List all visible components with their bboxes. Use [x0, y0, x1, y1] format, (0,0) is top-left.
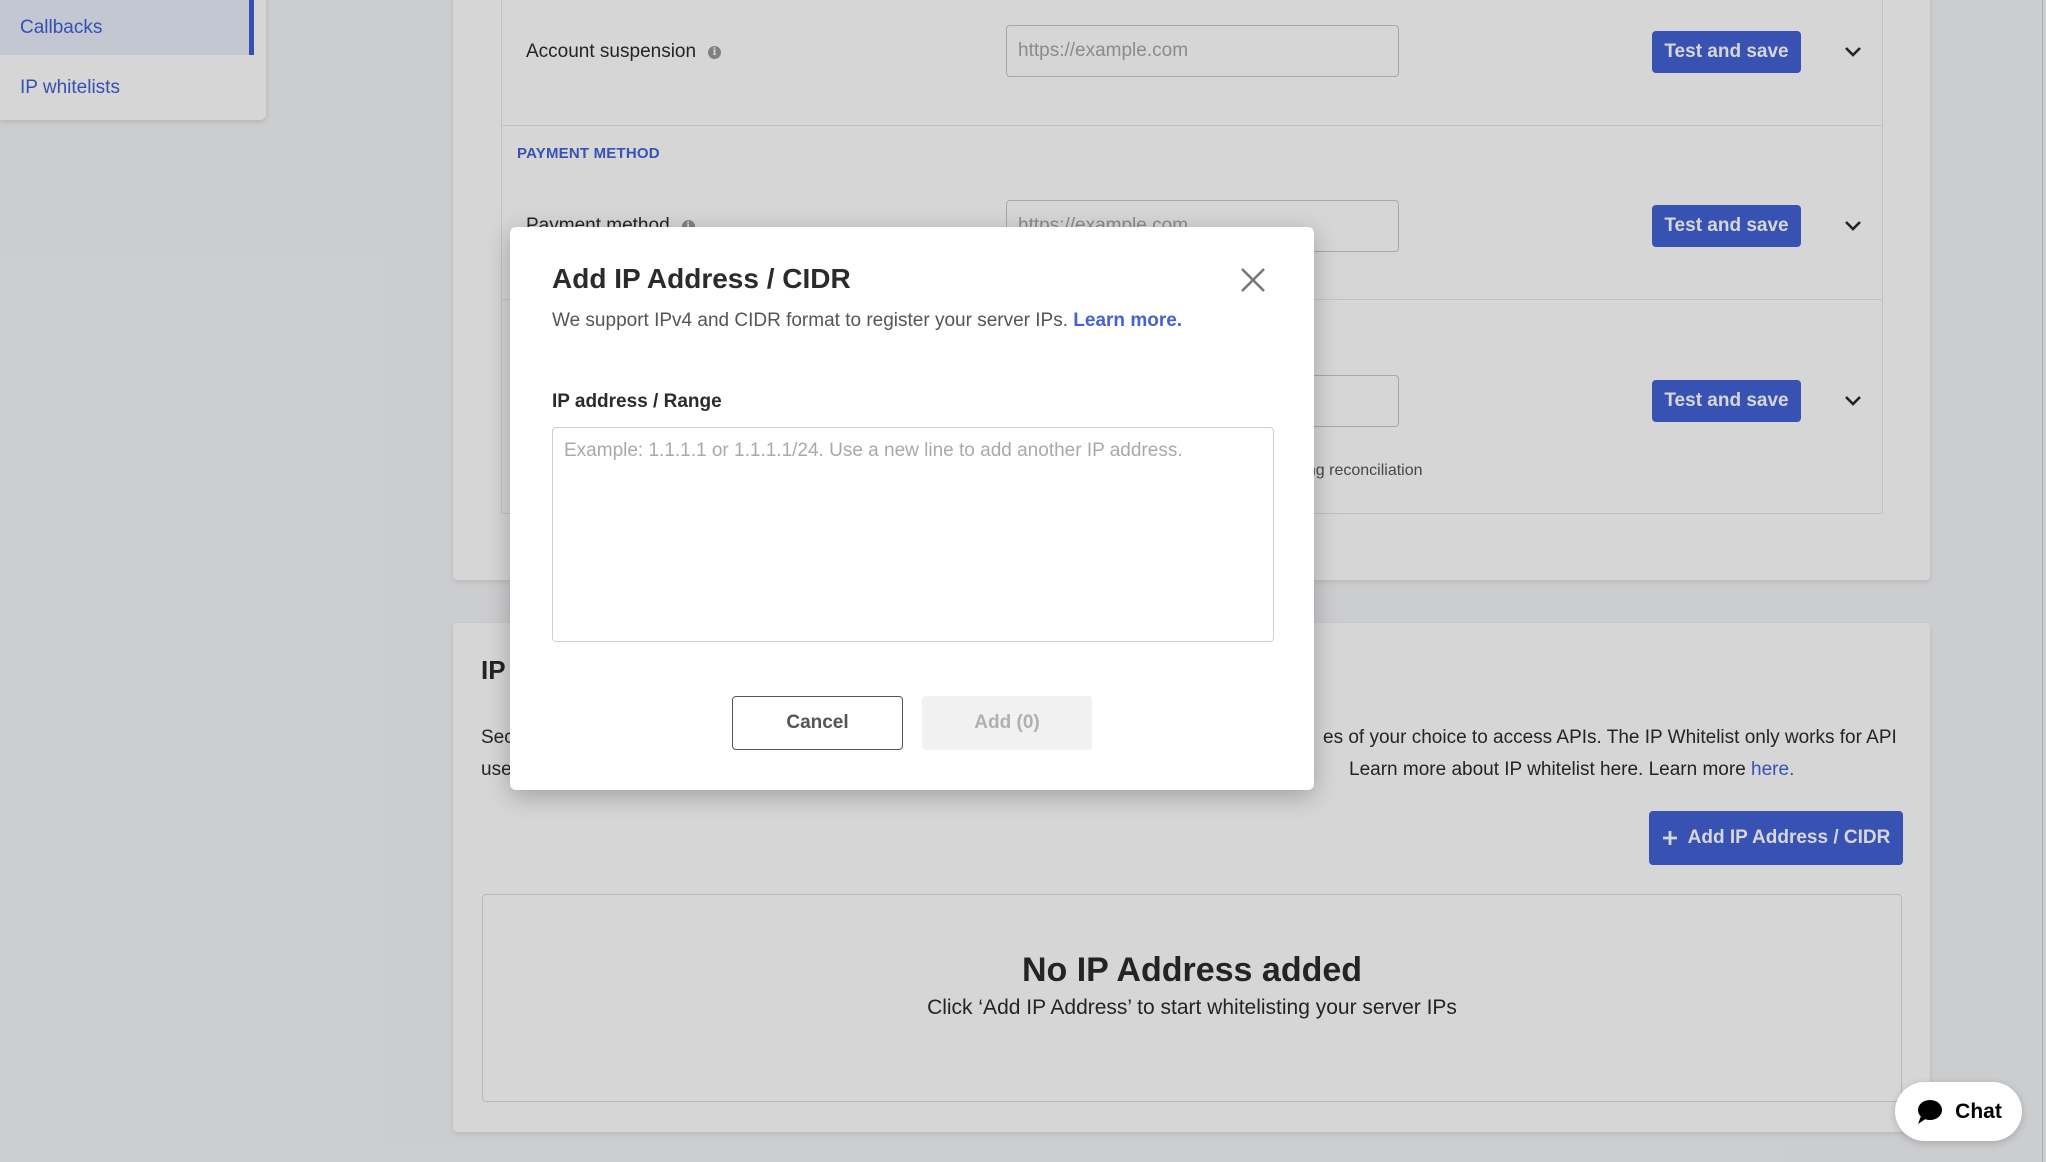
learn-more-link[interactable]: Learn more. — [1073, 310, 1182, 331]
modal-subtitle: We support IPv4 and CIDR format to regis… — [552, 310, 1182, 332]
add-ip-modal: Add IP Address / CIDR We support IPv4 an… — [510, 227, 1314, 790]
close-icon — [1241, 268, 1265, 292]
ip-range-label: IP address / Range — [552, 391, 722, 412]
chat-label: Chat — [1955, 1099, 2002, 1123]
chat-button[interactable]: Chat — [1895, 1082, 2022, 1141]
ip-range-textarea[interactable] — [552, 427, 1274, 642]
add-button[interactable]: Add (0) — [922, 696, 1092, 750]
cancel-button[interactable]: Cancel — [732, 696, 903, 750]
modal-subtitle-text: We support IPv4 and CIDR format to regis… — [552, 310, 1074, 331]
modal-title: Add IP Address / CIDR — [552, 263, 851, 294]
close-button[interactable] — [1238, 265, 1268, 295]
chat-bubble-icon — [1918, 1099, 1943, 1124]
